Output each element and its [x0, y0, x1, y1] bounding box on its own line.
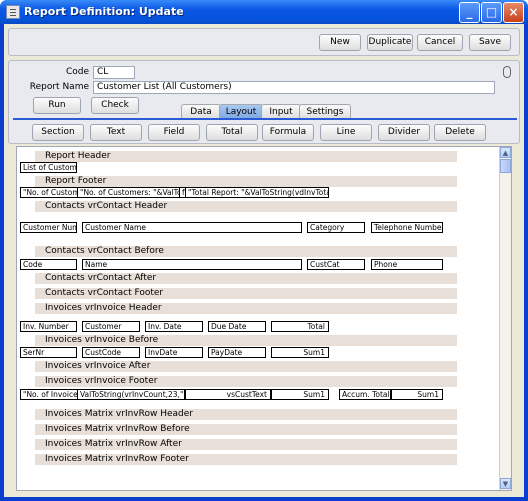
- tab-data[interactable]: Data: [181, 104, 221, 119]
- field-custcode[interactable]: CustCode: [82, 347, 140, 358]
- field-sernr[interactable]: SerNr: [20, 347, 77, 358]
- report-name-field[interactable]: Customer List (All Customers): [93, 81, 495, 94]
- tab-settings[interactable]: Settings: [299, 104, 351, 119]
- field-code[interactable]: Code: [20, 259, 77, 270]
- text-button[interactable]: Text: [90, 124, 142, 141]
- band-contact-footer[interactable]: Contacts vrContact Footer: [35, 288, 457, 299]
- band-matrix-header[interactable]: Invoices Matrix vrInvRow Header: [35, 409, 457, 420]
- field-custcat[interactable]: CustCat: [307, 259, 365, 270]
- section-button[interactable]: Section: [32, 124, 84, 141]
- band-invoice-footer[interactable]: Invoices vrInvoice Footer: [35, 376, 457, 387]
- text-inv-number[interactable]: Inv. Number: [20, 321, 77, 332]
- total-sum1[interactable]: Sum1: [271, 389, 329, 400]
- formula-no-of-customers[interactable]: "No. of Customers: "&ValToString(vrCustC…: [20, 187, 79, 198]
- field-paydate[interactable]: PayDate: [208, 347, 266, 358]
- text-category[interactable]: Category: [307, 222, 365, 233]
- text-telephone-number[interactable]: Telephone Number: [371, 222, 443, 233]
- formula-valtostring-custcount[interactable]: "No. of Customers: "&ValToString(vrCustC…: [77, 187, 183, 198]
- window-client: New Duplicate Cancel Save Code CL Report…: [4, 24, 524, 497]
- layout-canvas[interactable]: Report Header List of Customers Report F…: [16, 146, 512, 491]
- formula-button[interactable]: Formula: [262, 124, 314, 141]
- text-customer[interactable]: Customer: [82, 321, 140, 332]
- text-due-date[interactable]: Due Date: [208, 321, 266, 332]
- tab-underline: [13, 118, 517, 120]
- band-matrix-before[interactable]: Invoices Matrix vrInvRow Before: [35, 424, 457, 435]
- title-bar[interactable]: Report Definition: Update _ □ ×: [0, 0, 528, 24]
- total-button[interactable]: Total: [206, 124, 258, 141]
- divider-button[interactable]: Divider: [378, 124, 430, 141]
- maximize-button[interactable]: □: [481, 2, 502, 23]
- report-definition-window: Report Definition: Update _ □ × New Dupl…: [0, 0, 528, 501]
- text-total[interactable]: Total: [271, 321, 329, 332]
- text-vscusttext[interactable]: vsCustText: [185, 389, 271, 400]
- run-button[interactable]: Run: [33, 97, 81, 114]
- text-accum-total[interactable]: Accum. Total: [339, 389, 391, 400]
- vertical-scrollbar[interactable]: ▲ ▼: [499, 147, 511, 490]
- delete-button[interactable]: Delete: [434, 124, 486, 141]
- duplicate-button[interactable]: Duplicate: [367, 34, 413, 51]
- text-inv-date[interactable]: Inv. Date: [145, 321, 203, 332]
- text-list-of-customers[interactable]: List of Customers: [20, 162, 77, 173]
- formula-no-of-invoices-a[interactable]: "No. of Invoices: "&: [20, 389, 78, 400]
- field-phone[interactable]: Phone: [371, 259, 443, 270]
- check-button[interactable]: Check: [91, 97, 139, 114]
- layout-palette: Section Text Field Total Formula Line Di…: [8, 122, 520, 144]
- band-invoice-after[interactable]: Invoices vrInvoice After: [35, 361, 457, 372]
- scroll-down-icon[interactable]: ▼: [500, 478, 511, 489]
- report-name-label: Report Name: [29, 82, 89, 92]
- field-sum1[interactable]: Sum1: [271, 347, 329, 358]
- scrollbar-thumb[interactable]: [500, 159, 511, 173]
- line-button[interactable]: Line: [320, 124, 372, 141]
- band-contact-before[interactable]: Contacts vrContact Before: [35, 246, 457, 257]
- band-invoice-before[interactable]: Invoices vrInvoice Before: [35, 335, 457, 346]
- tab-input[interactable]: Input: [261, 104, 301, 119]
- new-button[interactable]: New: [319, 34, 361, 51]
- field-invdate[interactable]: InvDate: [145, 347, 203, 358]
- formula-total-report[interactable]: "Total Report: "&ValToString(vdInvTotal,…: [185, 187, 329, 198]
- save-button[interactable]: Save: [469, 34, 511, 51]
- text-customer-name[interactable]: Customer Name: [82, 222, 302, 233]
- paperclip-icon[interactable]: [503, 66, 511, 78]
- scroll-up-icon[interactable]: ▲: [500, 147, 511, 158]
- band-report-footer[interactable]: Report Footer: [35, 176, 457, 187]
- band-matrix-after[interactable]: Invoices Matrix vrInvRow After: [35, 439, 457, 450]
- band-report-header[interactable]: Report Header: [35, 151, 457, 162]
- band-contact-after[interactable]: Contacts vrContact After: [35, 273, 457, 284]
- band-matrix-footer[interactable]: Invoices Matrix vrInvRow Footer: [35, 454, 457, 465]
- window-title: Report Definition: Update: [24, 5, 184, 18]
- close-button[interactable]: ×: [503, 2, 524, 23]
- window-icon: [6, 5, 20, 19]
- field-button[interactable]: Field: [148, 124, 200, 141]
- field-name[interactable]: Name: [82, 259, 302, 270]
- text-customer-number[interactable]: Customer Number: [20, 222, 77, 233]
- code-label: Code: [65, 67, 89, 77]
- button-bar: New Duplicate Cancel Save: [8, 28, 520, 56]
- band-contact-header[interactable]: Contacts vrContact Header: [35, 201, 457, 212]
- minimize-button[interactable]: _: [459, 2, 480, 23]
- band-invoice-header[interactable]: Invoices vrInvoice Header: [35, 303, 457, 314]
- formula-no-of-invoices-b[interactable]: ValToString(vrInvCount,23,"","",0): [77, 389, 185, 400]
- cancel-button[interactable]: Cancel: [417, 34, 463, 51]
- total-sum1-accum[interactable]: Sum1: [391, 389, 443, 400]
- tab-layout[interactable]: Layout: [219, 104, 263, 119]
- code-field[interactable]: CL: [93, 66, 135, 79]
